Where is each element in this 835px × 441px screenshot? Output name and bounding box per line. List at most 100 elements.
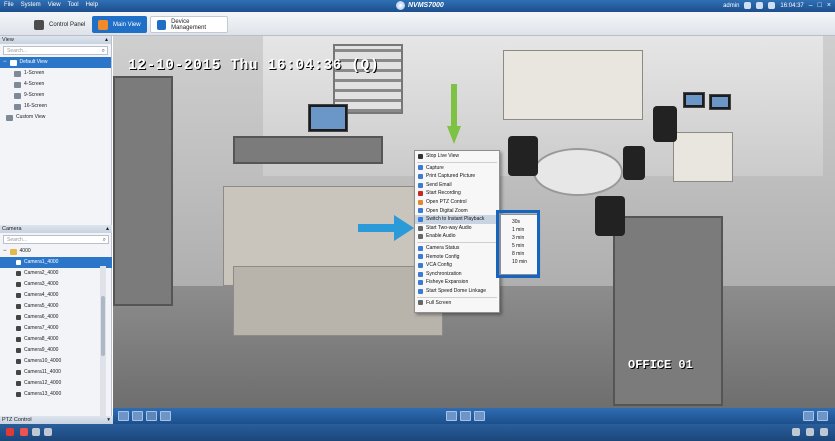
context-menu-item[interactable]: VCA Config	[415, 261, 499, 270]
camera-item[interactable]: Camera13_4000	[0, 389, 112, 400]
tree-item-custom-view[interactable]: Custom View	[0, 112, 111, 123]
camera-item[interactable]: Camera12_4000	[0, 378, 112, 389]
camera-list: Camera1_4000 Camera2_4000 Camera3_4000 Came…	[0, 257, 112, 400]
video-toolbar	[113, 408, 835, 424]
menu-view[interactable]: View	[48, 2, 61, 8]
camera-search-input[interactable]: Search... ⌕	[3, 235, 109, 244]
context-menu-item[interactable]: Switch to Instant Playback	[415, 215, 499, 224]
collapse-icon[interactable]: ▴	[106, 225, 109, 233]
menu-system[interactable]: System	[21, 2, 41, 8]
menu-help[interactable]: Help	[86, 2, 98, 8]
camera-label: Camera13_4000	[24, 391, 62, 397]
stop-all-icon[interactable]	[146, 411, 157, 421]
fullscreen-icon[interactable]	[817, 411, 828, 421]
alarm-icon[interactable]	[744, 2, 752, 9]
context-menu-item[interactable]: Start Two-way Audio	[415, 224, 499, 233]
tree-item-label: 1-Screen	[24, 70, 45, 76]
camera-item[interactable]: Camera11_4000	[0, 367, 112, 378]
context-menu-item[interactable]: Enable Audio	[415, 232, 499, 241]
search-icon[interactable]: ⌕	[102, 47, 105, 55]
expand-up-icon[interactable]	[820, 428, 828, 436]
camera-icon	[16, 359, 21, 364]
settings-status-icon[interactable]	[44, 428, 52, 436]
context-menu-label: VCA Config	[426, 262, 452, 269]
tab-device-management[interactable]: Device Management	[150, 16, 228, 33]
search-icon[interactable]: ⌕	[103, 236, 106, 244]
notify-icon[interactable]	[806, 428, 814, 436]
camera-label: Camera4_4000	[24, 292, 59, 298]
lock-icon[interactable]	[756, 2, 764, 9]
camera-item[interactable]: Camera9_4000	[0, 345, 112, 356]
custom-view-icon	[6, 114, 13, 121]
search-placeholder: Search...	[7, 48, 28, 54]
titlebar-status: admin 16:04:37 – □ ×	[723, 2, 831, 9]
tab-bar: Control Panel Main View Device Managemen…	[0, 12, 835, 36]
ptz-panel-header[interactable]: PTZ Control ▾	[0, 416, 113, 424]
tab-control-panel[interactable]: Control Panel	[28, 16, 91, 33]
view-search-input[interactable]: Search... ⌕	[3, 46, 108, 55]
context-menu-item[interactable]: Start Speed Dome Linkage	[415, 287, 499, 296]
collapse-toggle-icon[interactable]: −	[3, 246, 7, 257]
tree-item-4-screen[interactable]: 4-Screen	[0, 79, 111, 90]
camera-item[interactable]: Camera1_4000	[0, 257, 112, 268]
speaker-status-icon[interactable]	[32, 428, 40, 436]
camera-item[interactable]: Camera8_4000	[0, 334, 112, 345]
camera-item[interactable]: Camera6_4000	[0, 312, 112, 323]
tab-main-view[interactable]: Main View	[92, 16, 147, 33]
camera-item[interactable]: Camera7_4000	[0, 323, 112, 334]
previous-icon[interactable]	[446, 411, 457, 421]
menu-tool[interactable]: Tool	[68, 2, 79, 8]
context-menu-label: Synchronization	[426, 270, 462, 277]
tree-item-label: 16-Screen	[24, 103, 48, 109]
layout-icon[interactable]	[118, 411, 129, 421]
tree-item-9-screen[interactable]: 9-Screen	[0, 90, 111, 101]
menu-file[interactable]: File	[4, 2, 14, 8]
context-menu-item[interactable]: Synchronization	[415, 270, 499, 279]
context-menu-item[interactable]: Fisheye Expansion	[415, 278, 499, 287]
tree-item-1-screen[interactable]: 1-Screen	[0, 68, 111, 79]
fullscreen-icon	[418, 300, 423, 306]
context-menu-item[interactable]: Open PTZ Control	[415, 198, 499, 207]
tree-item-default-view[interactable]: − Default View	[0, 57, 111, 68]
camera-item[interactable]: Camera2_4000	[0, 268, 112, 279]
context-menu-item[interactable]: Full Screen	[415, 299, 499, 308]
context-menu-item[interactable]: Camera Status	[415, 244, 499, 253]
context-menu-item[interactable]: Remote Config	[415, 253, 499, 262]
camera-item[interactable]: Camera4_4000	[0, 290, 112, 301]
layout-grid-icon[interactable]	[132, 411, 143, 421]
green-arrow-icon	[447, 84, 461, 144]
next-icon[interactable]	[474, 411, 485, 421]
collapse-icon[interactable]: ▴	[105, 36, 108, 44]
camera-item[interactable]: Camera10_4000	[0, 356, 112, 367]
pin-icon[interactable]	[792, 428, 800, 436]
close-icon[interactable]: ×	[827, 2, 831, 9]
collapse-toggle-icon[interactable]: −	[3, 57, 7, 68]
audio-icon[interactable]	[160, 411, 171, 421]
record-all-icon[interactable]	[803, 411, 814, 421]
play-icon[interactable]	[460, 411, 471, 421]
context-menu-label: Remote Config	[426, 253, 460, 260]
scene-monitor	[308, 104, 348, 132]
camera-item[interactable]: Camera5_4000	[0, 301, 112, 312]
event-status-icon[interactable]	[20, 428, 28, 436]
screen-icon[interactable]	[768, 2, 776, 9]
expand-icon[interactable]: ▾	[107, 416, 110, 424]
camera-label: Camera9_4000	[24, 347, 59, 353]
camera-scrollbar[interactable]	[100, 266, 106, 441]
context-menu-item[interactable]: Print Captured Picture	[415, 172, 499, 181]
minimize-icon[interactable]: –	[809, 2, 813, 9]
context-menu-item[interactable]: Stop Live View	[415, 152, 499, 161]
camera-item[interactable]: Camera3_4000	[0, 279, 112, 290]
context-menu-item[interactable]: Start Recording	[415, 189, 499, 198]
alarm-status-icon[interactable]	[6, 428, 14, 436]
scene-desk-front	[233, 266, 443, 336]
scrollbar-thumb[interactable]	[101, 296, 105, 356]
camera-label: Camera1_4000	[24, 259, 59, 265]
camera-icon	[418, 165, 423, 171]
tree-item-group[interactable]: − 4000	[0, 246, 112, 257]
tree-item-16-screen[interactable]: 16-Screen	[0, 101, 111, 112]
maximize-icon[interactable]: □	[818, 2, 822, 9]
context-menu-item[interactable]: Send Email	[415, 181, 499, 190]
context-menu-item[interactable]: Capture	[415, 164, 499, 173]
context-menu-item[interactable]: Open Digital Zoom	[415, 207, 499, 216]
